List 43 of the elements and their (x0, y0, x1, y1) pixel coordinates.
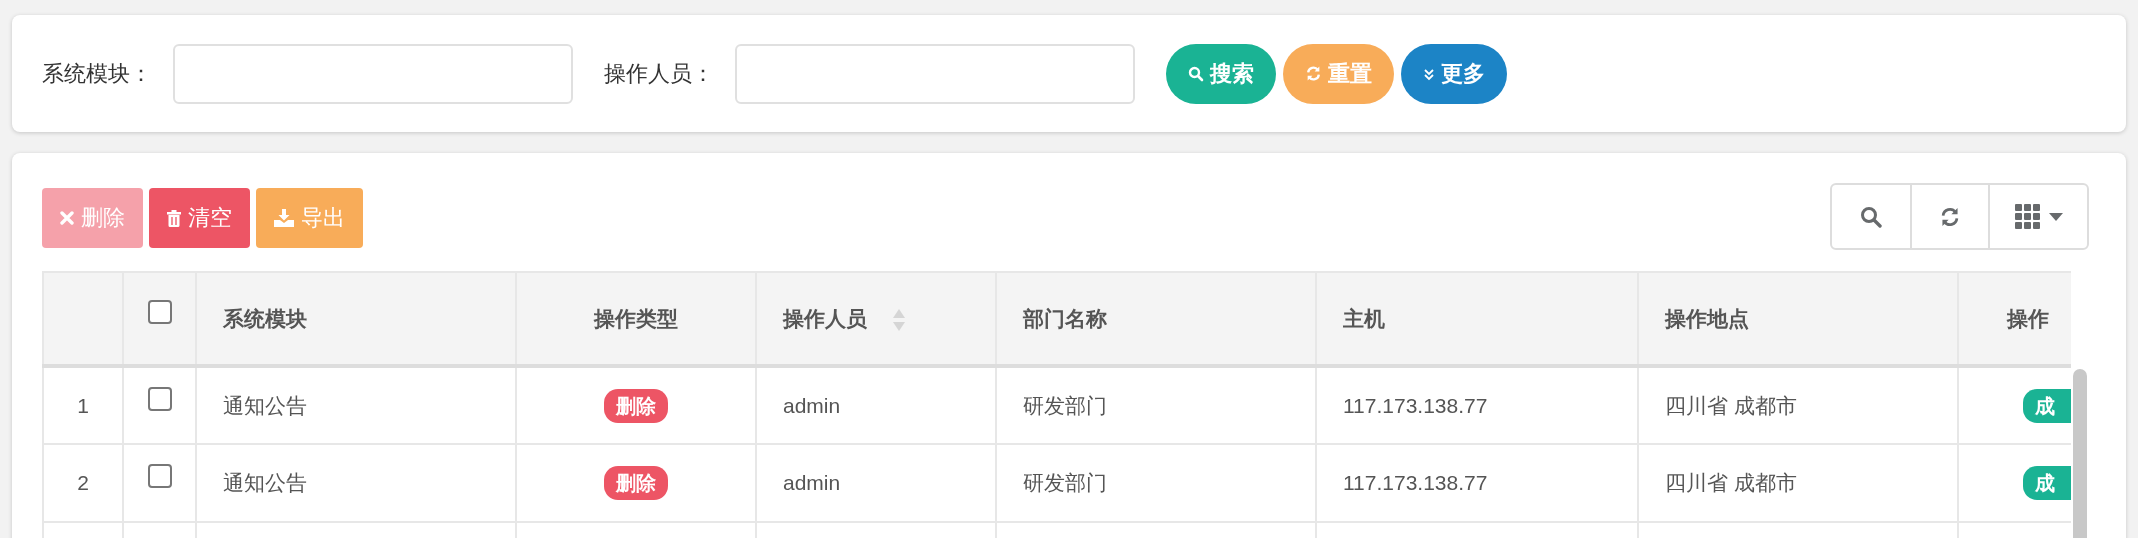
status-badge: 成 (2023, 466, 2071, 500)
grid-icon (2014, 203, 2041, 230)
table-cell: 117.173.138.77 (1316, 444, 1638, 522)
download-icon (274, 209, 294, 227)
refresh-icon (1939, 205, 1961, 228)
field-label: 系统模块： (42, 59, 153, 88)
search-icon (1188, 65, 1204, 82)
table-cell: 研发部门 (996, 366, 1316, 444)
checkbox[interactable] (147, 386, 172, 411)
close-icon (60, 211, 74, 225)
input-field[interactable] (173, 43, 573, 104)
column-header[interactable]: 操作 (1958, 272, 2071, 366)
column-header[interactable]: 操作人员 (756, 272, 996, 366)
column-header[interactable]: 操作地点 (1638, 272, 1958, 366)
table-cell: admin (756, 444, 996, 522)
type-badge: 删除 (604, 388, 668, 423)
field-label: 操作人员： (604, 59, 715, 88)
checkbox[interactable] (147, 464, 172, 488)
double-chevron-icon (1423, 66, 1435, 81)
refresh-icon (1305, 65, 1322, 82)
search-icon (1860, 205, 1882, 228)
table-cell: 117.173.138.77 (1316, 366, 1638, 444)
column-header[interactable]: 操作类型 (516, 272, 756, 366)
row-number: 1 (43, 366, 123, 444)
table-cell: 通知公告 (196, 366, 516, 444)
table-cell: admin (756, 366, 996, 444)
table-cell: 研发部门 (996, 444, 1316, 522)
table-cell: 通知公告 (196, 444, 516, 522)
column-header[interactable]: 主机 (1316, 272, 1638, 366)
clear-button[interactable]: 清空 (149, 188, 250, 248)
sort-icon (893, 308, 905, 331)
caret-icon (2048, 212, 2063, 221)
trash-icon (167, 209, 181, 227)
table-cell: 四川省 成都市 (1638, 366, 1958, 444)
checkbox[interactable] (147, 299, 172, 324)
more-button[interactable]: 更多 (1401, 43, 1507, 104)
table-cell: 四川省 成都市 (1638, 444, 1958, 522)
column-header[interactable]: 系统模块 (196, 272, 516, 366)
status-badge: 成 (2023, 388, 2071, 423)
column-header[interactable]: 部门名称 (996, 272, 1316, 366)
type-badge: 删除 (604, 466, 668, 500)
row-number: 2 (43, 444, 123, 522)
input-field[interactable] (735, 43, 1135, 104)
